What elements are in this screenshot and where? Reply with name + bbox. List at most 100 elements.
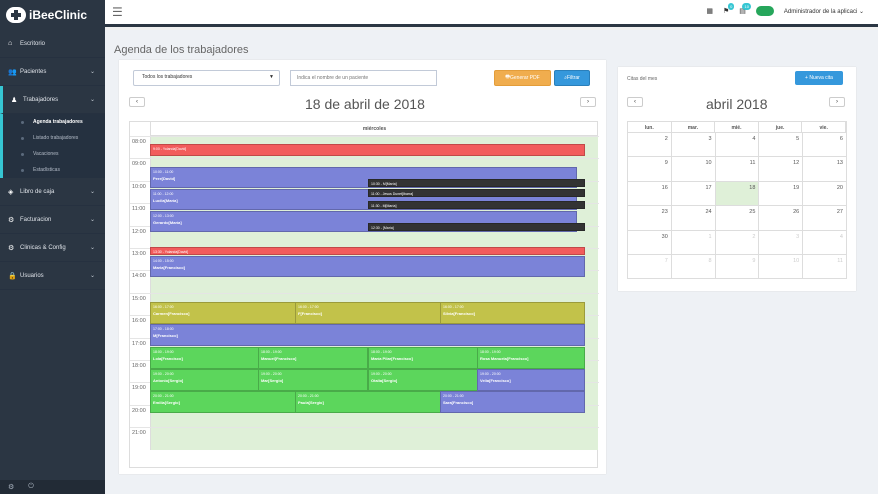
filter-button[interactable]: ⌕ Filtrar [554,70,590,86]
day-cell[interactable]: 5 [759,133,804,158]
messages-icon[interactable]: ▤ 10 [739,3,751,15]
appointment-event[interactable]: 18:00 - 19:00 Lola[Francisco] [150,347,260,369]
appointment-event[interactable]: 20:00 - 21:00 Paula[Sergio] [295,391,442,413]
day-cell[interactable]: 20 [803,181,847,207]
cloud-icon[interactable] [755,6,774,16]
day-cell[interactable]: 30 [627,230,672,255]
user-menu[interactable]: Administrador de la aplicaci ⌄ [784,8,864,15]
appointment-event[interactable]: 16:00 - 17:00 Silvia[Francisco] [440,302,585,324]
day-cell[interactable]: 8 [671,254,716,280]
app-logo[interactable]: iBeeClinic [0,0,105,30]
day-cell[interactable]: 17 [671,181,716,207]
sidebar-item-libro-de-caja[interactable]: ◈ Libro de caja ⌄ [0,178,105,206]
day-cell[interactable]: 25 [715,206,760,231]
day-cell[interactable]: 23 [627,206,672,231]
settings-icon[interactable]: ⚙ [8,483,14,491]
day-cell[interactable]: 26 [759,206,804,231]
week-row: 23 24 25 26 27 [627,206,847,231]
day-cell[interactable]: 12 [759,157,804,182]
appointment-event[interactable]: 20:00 - 21:00 Emilia[Sergio] [150,391,297,413]
appointment-event[interactable]: 19:00 - 20:00 Mar[Sergio] [258,369,368,391]
appointment-event[interactable]: 10:30 - M[María] [368,179,585,187]
appointment-event[interactable]: 11:00 - Jesus Dunet[Ibarra] [368,189,585,197]
hour-label: 20:00 [132,407,146,414]
day-cell[interactable]: 19 [759,181,804,207]
hour-label: 08:00 [132,139,146,145]
day-cell[interactable]: 3 [759,230,804,255]
hour-label: 19:00 [132,385,146,392]
day-cell[interactable]: 13 [803,157,847,182]
event-time: 11:30 - M[María] [371,204,397,208]
day-cell[interactable]: 9 [715,254,760,280]
new-appointment-button[interactable]: + Nueva cita [795,71,843,85]
event-name: Manuel[Francisco] [261,356,297,361]
day-cell[interactable]: 16 [627,181,672,207]
day-cell[interactable]: 2 [715,230,760,255]
generate-pdf-button[interactable]: 🖶 Generar PDF [494,70,551,86]
sidebar-item-escritorio[interactable]: ⌂ Escritorio [0,30,105,58]
submenu-item[interactable]: Vacaciones [3,146,105,162]
day-cell[interactable]: 6 [803,133,847,158]
day-cell[interactable]: 27 [803,206,847,231]
day-cell[interactable]: 7 [627,254,672,280]
patient-search-input[interactable] [290,70,437,86]
chevron-left-icon: ‹ [136,99,138,105]
appointment-event[interactable]: 9:00 - Yolanda[David] [150,144,585,156]
appointment-event[interactable]: 16:00 - 17:00 F[Francisco] [295,302,442,324]
day-cell[interactable]: 9 [627,157,672,182]
day-cell[interactable]: 10 [671,157,716,182]
power-icon[interactable]: ⏻ [28,483,34,491]
appointment-event[interactable]: 17:00 - 18:00 M[Francisco] [150,324,585,346]
event-name: Maria[Francisco] [153,265,186,270]
sidebar-item-clinicas-config[interactable]: ⚙ Clinicas & Config ⌄ [0,234,105,262]
next-day-button[interactable]: › [580,97,596,107]
day-cell[interactable]: 3 [671,133,716,158]
generate-pdf-label: Generar PDF [510,75,540,81]
appointment-event[interactable]: 18:00 - 19:00 Manuel[Francisco] [258,347,368,369]
menu-toggle-icon[interactable]: ☰ [112,5,123,19]
submenu-item[interactable]: Agenda trabajadores [3,114,105,130]
calendar-icon[interactable]: ▦ [706,7,713,15]
appointment-event[interactable]: 20:00 - 21:00 Sara[Francisco] [440,391,585,413]
day-cell[interactable]: 11 [803,254,847,280]
day-cell[interactable]: 11 [715,157,760,182]
submenu-item[interactable]: Listado trabajadores [3,130,105,146]
week-row: 7 8 9 10 11 [627,254,847,280]
messages-badge: 10 [742,3,751,10]
day-cell[interactable]: 4 [803,230,847,255]
prev-month-button[interactable]: ‹ [627,97,643,107]
worker-select[interactable]: Todos los trabajadores ▼ [133,70,280,86]
notifications-icon[interactable]: ⚑ 0 [723,3,735,15]
sidebar-item-pacientes[interactable]: 👥 Pacientes ⌄ [0,58,105,86]
sidebar-item-usuarios[interactable]: 🔒 Usuarios ⌄ [0,262,105,290]
caret-down-icon: ▼ [269,74,274,80]
day-cell[interactable]: 24 [671,206,716,231]
appointment-event[interactable]: 19:00 - 20:00 Otalia[Sergio] [368,369,478,391]
top-bar: ☰ ▦ ⚑ 0 ▤ 10 Administrador de la aplicaci … [105,0,878,27]
chevron-down-icon: ⌄ [89,245,95,251]
appointment-event[interactable]: 18:00 - 19:00 María Pilar[Francisco] [368,347,478,369]
prev-day-button[interactable]: ‹ [129,97,145,107]
day-cell[interactable]: 1 [671,230,716,255]
next-month-button[interactable]: › [829,97,845,107]
appointment-event[interactable]: 19:00 - 20:00 Velia[Francisco] [477,369,585,391]
appointment-event[interactable]: 13:30 - Yolanda[David] [150,247,585,255]
weekday-header: jue. [759,122,803,132]
sidebar-item-facturacion[interactable]: ⚙ Facturacion ⌄ [0,206,105,234]
appointment-event[interactable]: 16:00 - 17:00 Carmen[Francisco] [150,302,297,324]
sidebar-item-trabajadores[interactable]: ♟ Trabajadores ⌄ [0,86,105,114]
appointment-event[interactable]: 11:30 - M[María] [368,201,585,209]
day-cell[interactable]: 2 [627,133,672,158]
submenu-item-label: Listado trabajadores [33,135,79,141]
chevron-down-icon: ⌄ [89,273,95,279]
submenu-item[interactable]: Estadísticas [3,162,105,178]
appointment-event[interactable]: 12:30 - [María] [368,223,585,231]
day-cell[interactable]: 4 [715,133,760,158]
appointment-event[interactable]: 14:00 - 15:00 Maria[Francisco] [150,256,585,277]
day-cell[interactable]: 18 [715,181,760,207]
day-cell[interactable]: 10 [759,254,804,280]
week-row: 30 1 2 3 4 [627,230,847,255]
appointment-event[interactable]: 18:00 - 19:00 Rosa Manuela[Francisco] [477,347,585,369]
appointment-event[interactable]: 19:00 - 20:00 Antonio[Sergio] [150,369,260,391]
page-title: Agenda de los trabajadores [114,44,249,56]
